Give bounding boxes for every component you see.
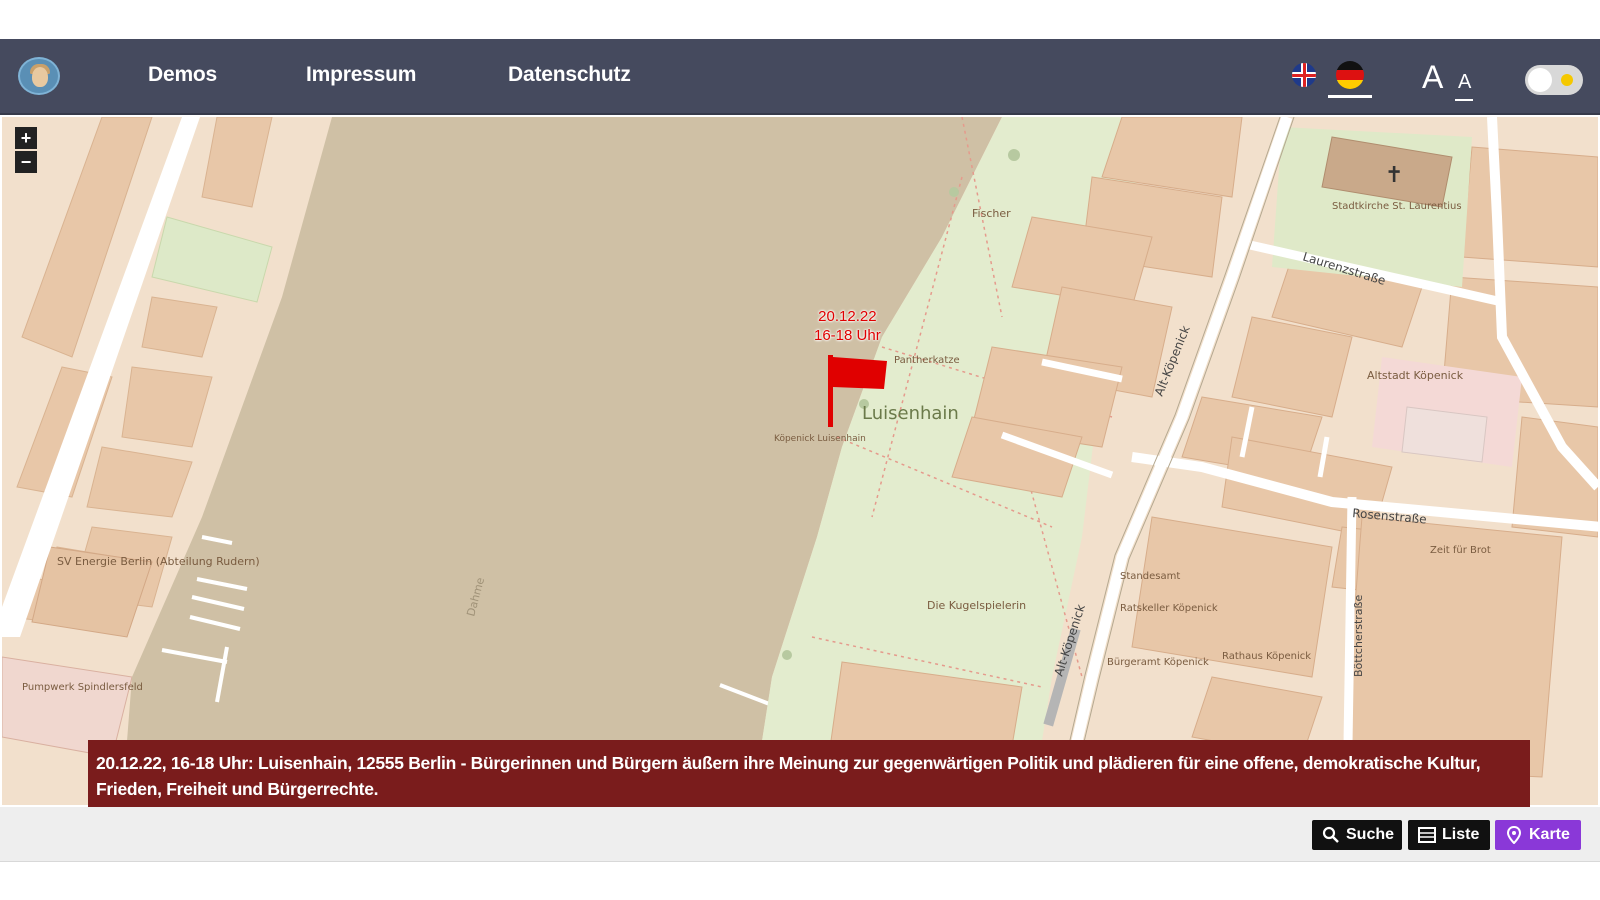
theme-toggle[interactable] — [1525, 65, 1583, 95]
label-rathaus: Rathaus Köpenick — [1222, 651, 1311, 662]
label-standesamt: Standesamt — [1120, 571, 1180, 582]
label-fischer: Fischer — [972, 207, 1011, 220]
map-pin-icon — [1506, 826, 1522, 844]
label-energie: SV Energie Berlin (Abteilung Rudern) — [57, 555, 260, 568]
logo-avatar[interactable] — [18, 57, 60, 95]
map-view[interactable]: ✝ Luisenhain Fischer Pantherkatze Die Ku… — [2, 117, 1598, 805]
nav-link-demos[interactable]: Demos — [148, 63, 217, 87]
label-pumpwerk: Pumpwerk Spindlersfeld — [22, 682, 143, 693]
label-buergeramt: Bürgeramt Köpenick — [1107, 657, 1209, 668]
list-button-label: Liste — [1442, 826, 1480, 843]
label-ratskeller: Ratskeller Köpenick — [1120, 603, 1218, 614]
list-icon — [1418, 827, 1436, 843]
label-panther: Pantherkatze — [894, 355, 960, 366]
search-button-label: Suche — [1346, 826, 1395, 843]
zoom-out-button[interactable]: − — [15, 151, 37, 173]
demo-marker-date: 20.12.22 — [818, 308, 877, 325]
sun-icon — [1561, 74, 1573, 86]
church-cross-icon: ✝ — [1385, 163, 1403, 188]
label-zeit-fuer-brot: Zeit für Brot — [1430, 545, 1491, 556]
top-navbar: Demos Impressum Datenschutz A A — [0, 39, 1600, 115]
label-stadtkirche: Stadtkirche St. Laurentius — [1332, 201, 1462, 212]
active-language-indicator — [1328, 95, 1372, 98]
label-altstadt: Altstadt Köpenick — [1367, 369, 1464, 382]
font-size-large-button[interactable]: A — [1422, 59, 1443, 96]
demo-info-banner: 20.12.22, 16-18 Uhr: Luisenhain, 12555 B… — [88, 740, 1530, 812]
toggle-knob — [1528, 68, 1552, 92]
zoom-in-button[interactable]: + — [15, 127, 37, 149]
app-root: Demos Impressum Datenschutz A A ✝ Luisen… — [0, 0, 1600, 900]
font-size-small-button[interactable]: A — [1458, 71, 1471, 94]
list-button[interactable]: Liste — [1408, 820, 1490, 850]
active-font-size-indicator — [1455, 99, 1473, 101]
label-koepenick-luisenhain: Köpenick Luisenhain — [774, 434, 866, 444]
nav-link-datenschutz[interactable]: Datenschutz — [508, 63, 631, 87]
map-button[interactable]: Karte — [1495, 820, 1581, 850]
bottom-toolbar: Suche Liste Karte — [0, 807, 1600, 862]
label-boetzowstrasse: Böttcherstraße — [1352, 595, 1365, 677]
logo-face — [32, 67, 48, 87]
label-luisenhain: Luisenhain — [862, 403, 959, 424]
nav-link-impressum[interactable]: Impressum — [306, 63, 416, 87]
german-flag-icon[interactable] — [1336, 61, 1364, 89]
label-kugelspielerin: Die Kugelspielerin — [927, 599, 1026, 612]
map-button-label: Karte — [1529, 826, 1570, 843]
demo-marker-time: 16-18 Uhr — [814, 327, 881, 344]
english-flag-icon[interactable] — [1292, 63, 1316, 87]
demo-marker-label: 20.12.22 16-18 Uhr — [814, 307, 881, 345]
search-button[interactable]: Suche — [1312, 820, 1402, 850]
parking-area — [1401, 406, 1488, 463]
search-icon — [1322, 826, 1339, 843]
map-canvas[interactable]: ✝ Luisenhain Fischer Pantherkatze Die Ku… — [2, 117, 1598, 805]
